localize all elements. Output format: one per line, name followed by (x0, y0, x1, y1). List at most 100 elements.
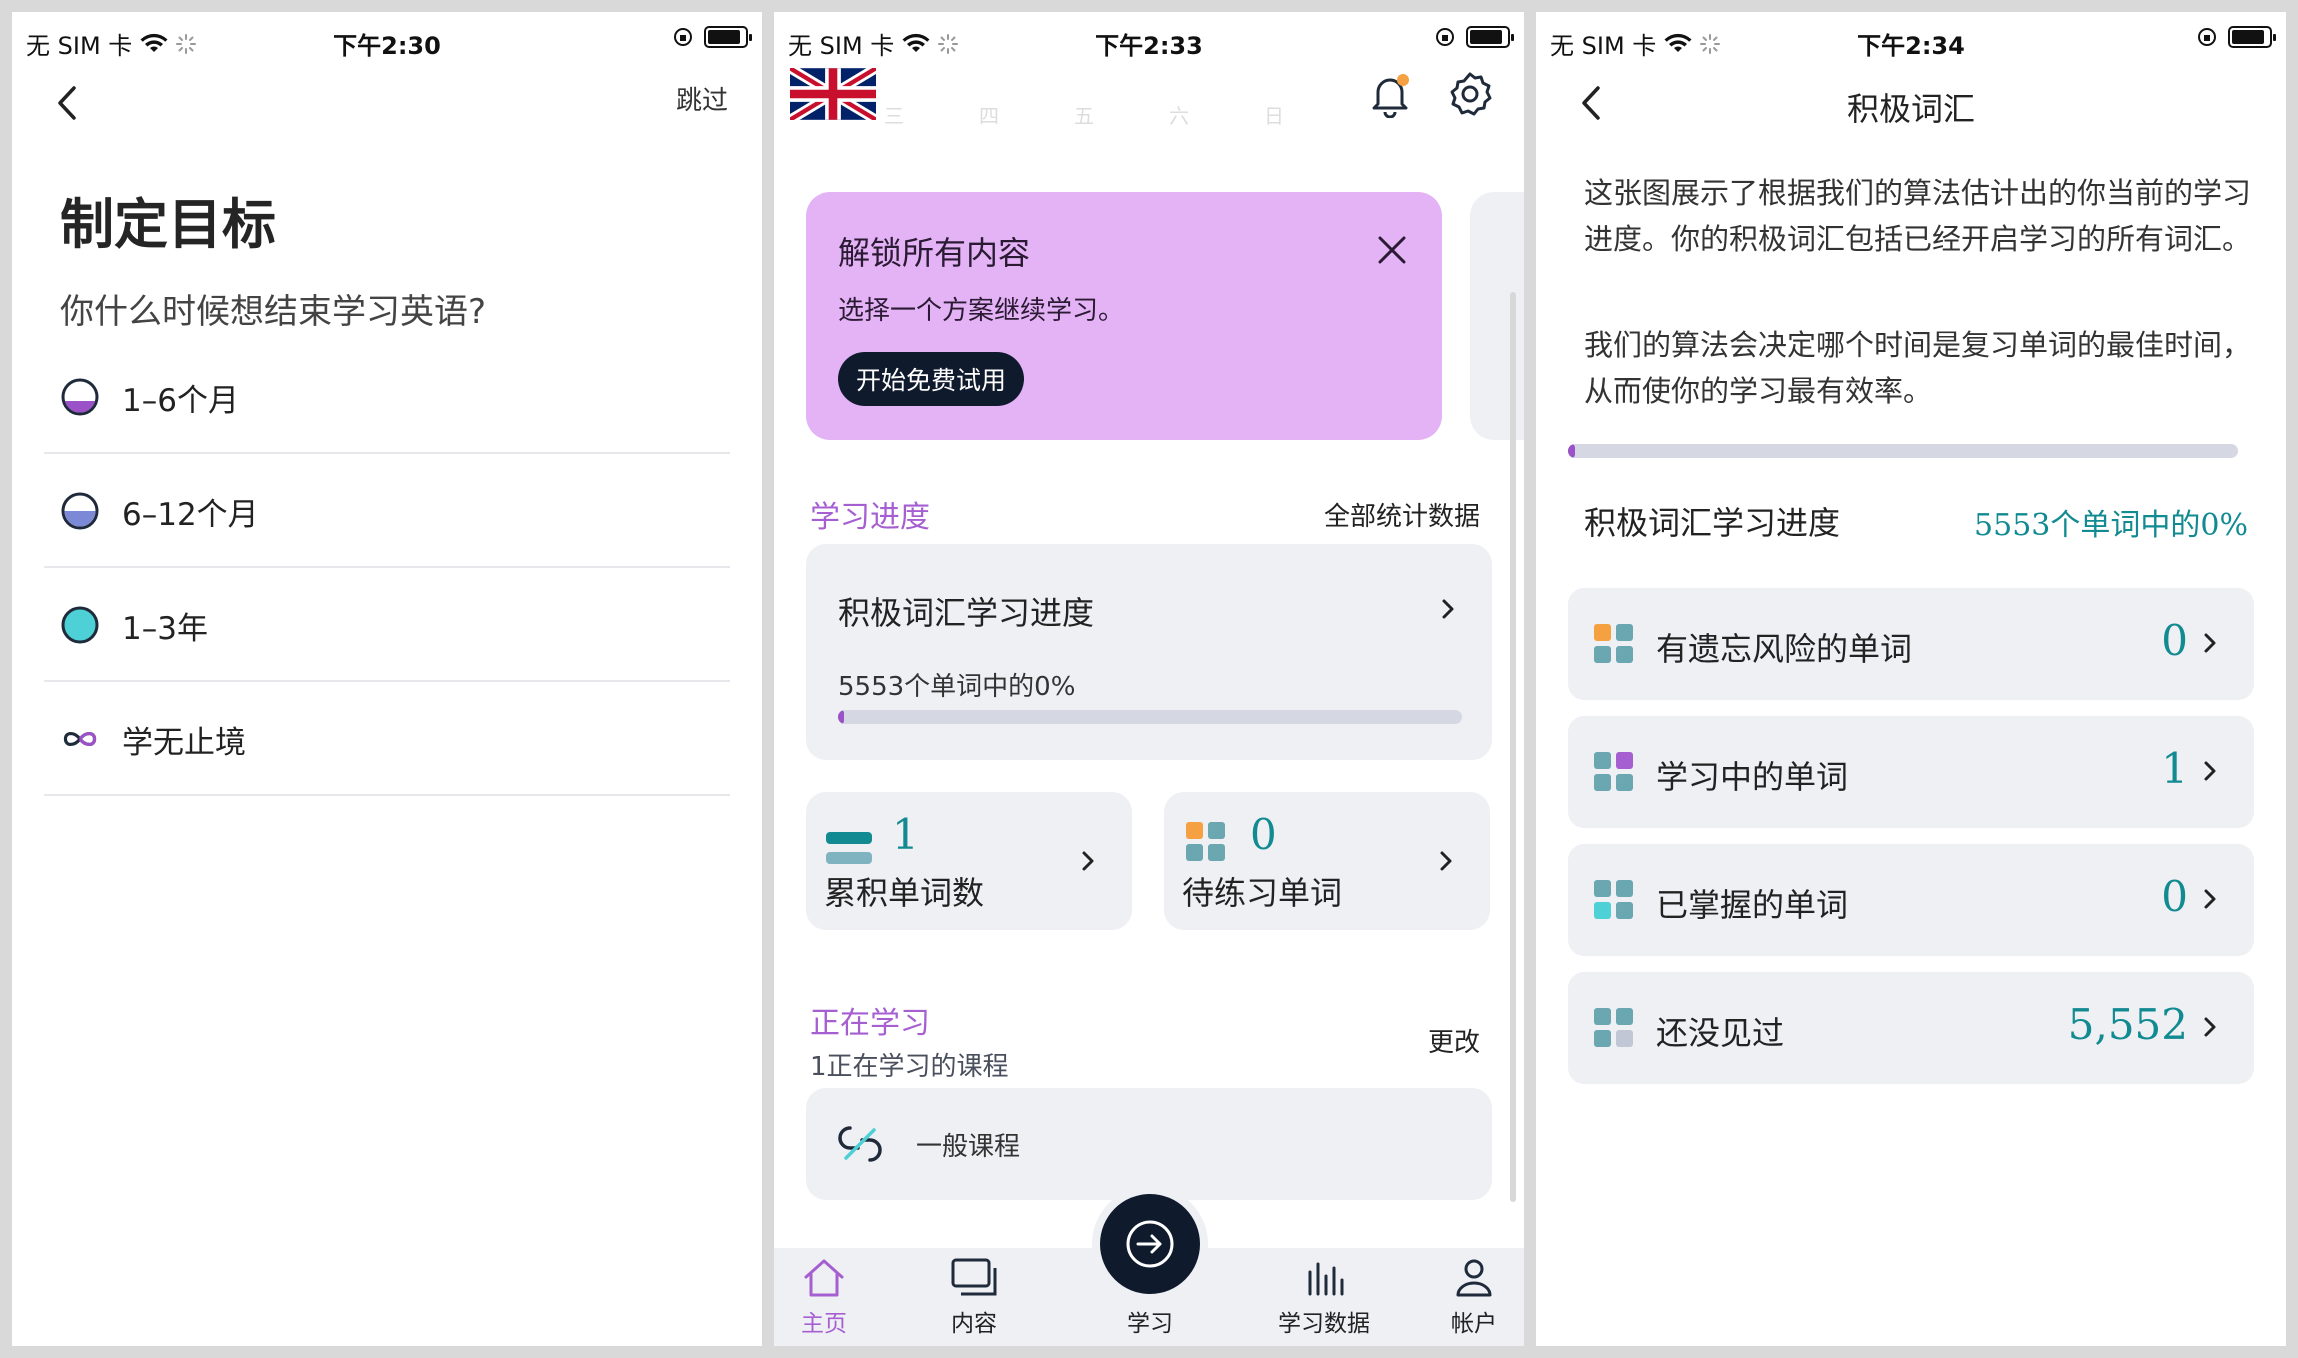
practice-words-label: 待练习单词 (1182, 874, 1343, 912)
vocab-progress-title: 积极词汇学习进度 (838, 594, 1095, 632)
tab-learn[interactable]: 学习 (1090, 1252, 1210, 1338)
grid-squares-icon (1594, 1008, 1633, 1047)
total-words-card[interactable]: 1 累积单词数 (806, 792, 1132, 930)
chevron-right-icon (2204, 761, 2216, 781)
grid-squares-icon (1186, 822, 1225, 861)
practice-words-value: 0 (1250, 810, 1277, 859)
chevron-right-icon (1082, 851, 1094, 871)
option-label: 1–3年 (122, 610, 208, 647)
row-mastered-words[interactable]: 已掌握的单词 0 (1568, 844, 2254, 956)
row-label: 还没见过 (1656, 1014, 1785, 1052)
orientation-lock-icon (674, 28, 692, 46)
row-unseen-words[interactable]: 还没见过 5,552 (1568, 972, 2254, 1084)
quarter-fill-icon (61, 378, 99, 416)
tab-content[interactable]: 内容 (914, 1252, 1034, 1338)
vocab-progress-label: 积极词汇学习进度 (1584, 504, 1841, 542)
back-button[interactable] (48, 78, 88, 128)
goal-question: 你什么时候想结束学习英语? (60, 292, 487, 332)
grid-squares-icon (1594, 880, 1633, 919)
chevron-right-icon (1440, 851, 1452, 871)
row-value: 0 (2161, 616, 2188, 665)
unlock-promo-card: 解锁所有内容 选择一个方案继续学习。 开始免费试用 (806, 192, 1442, 440)
full-fill-icon (61, 606, 99, 644)
chevron-right-icon (2204, 633, 2216, 653)
skip-button[interactable]: 跳过 (676, 80, 728, 117)
row-at-risk-words[interactable]: 有遗忘风险的单词 0 (1568, 588, 2254, 700)
tab-label: 学习 (1127, 1311, 1173, 1337)
grid-squares-icon (1594, 752, 1633, 791)
vocab-progress-card[interactable]: 积极词汇学习进度 5553个单词中的0% (806, 544, 1492, 760)
battery-icon (2228, 26, 2276, 48)
option-1-3-years[interactable]: 1–3年 (44, 570, 730, 682)
chevron-right-icon (2204, 889, 2216, 909)
half-fill-icon (61, 492, 99, 530)
row-learning-words[interactable]: 学习中的单词 1 (1568, 716, 2254, 828)
home-icon (804, 1259, 844, 1297)
vocab-progress-bar (1568, 444, 2238, 458)
free-trial-button[interactable]: 开始免费试用 (838, 352, 1025, 406)
battery-icon (704, 26, 752, 48)
change-course-link[interactable]: 更改 (1428, 1022, 1480, 1059)
status-bar: 无 SIM 卡 下午2:30 (12, 12, 762, 68)
goal-screen: 无 SIM 卡 下午2:30 跳过 制定目标 你什么时候想结束学习英语? 1–6… (12, 12, 762, 1346)
orientation-lock-icon (2198, 28, 2216, 46)
uk-flag-icon[interactable] (790, 68, 876, 120)
weekday-label: 三 (884, 104, 904, 128)
option-lifelong[interactable]: 学无止境 (44, 684, 730, 796)
tab-account[interactable]: 帐户 (1414, 1252, 1524, 1338)
option-label: 6–12个月 (122, 496, 259, 533)
progress-section-title: 学习进度 (810, 500, 930, 535)
bell-icon[interactable] (1368, 70, 1412, 118)
row-label: 学习中的单词 (1656, 758, 1849, 796)
course-link-icon (838, 1126, 882, 1162)
status-time: 下午2:34 (1857, 32, 1965, 60)
tab-label: 内容 (951, 1311, 997, 1337)
vocab-progress-value: 5553个单词中的0% (1974, 508, 2248, 543)
grid-squares-icon (1594, 624, 1633, 663)
tab-label: 帐户 (1451, 1311, 1497, 1337)
total-words-label: 累积单词数 (824, 874, 985, 912)
row-value: 5,552 (2067, 1000, 2188, 1049)
user-icon (1456, 1259, 1492, 1297)
weekday-label: 六 (1169, 104, 1189, 128)
all-stats-link[interactable]: 全部统计数据 (1324, 496, 1480, 533)
learning-section-subtitle: 1正在学习的课程 (810, 1052, 1009, 1082)
weekday-label: 四 (979, 104, 999, 128)
status-time: 下午2:33 (1095, 32, 1203, 60)
vocab-progress-bar (838, 710, 1462, 724)
cards-icon (951, 1258, 997, 1296)
status-bar: 无 SIM 卡 下午2:33 (774, 12, 1524, 68)
bars-icon (1308, 1262, 1344, 1296)
bottom-tab-bar: 主页 内容 学习 学习数据 帐户 (774, 1194, 1524, 1346)
vocab-progress-subtitle: 5553个单词中的0% (838, 672, 1076, 702)
course-card[interactable]: 一般课程 (806, 1088, 1492, 1200)
active-vocab-screen: 无 SIM 卡 下午2:34 积极词汇 这张图展示了根据我们的算法估计出的你当前… (1536, 12, 2286, 1346)
option-1-6-months[interactable]: 1–6个月 (44, 342, 730, 454)
tab-home[interactable]: 主页 (774, 1252, 884, 1338)
tab-stats[interactable]: 学习数据 (1264, 1252, 1384, 1338)
scrollbar[interactable] (1510, 292, 1516, 1202)
chevron-right-icon (1442, 599, 1454, 619)
settings-gear-icon[interactable] (1446, 70, 1494, 118)
battery-icon (1466, 26, 1514, 48)
option-label: 1–6个月 (122, 382, 239, 419)
total-words-value: 1 (892, 810, 919, 859)
orientation-lock-icon (1436, 28, 1454, 46)
chevron-right-icon (2204, 1017, 2216, 1037)
status-bar: 无 SIM 卡 下午2:34 (1536, 12, 2286, 68)
page-title: 制定目标 (60, 193, 276, 256)
row-label: 已掌握的单词 (1656, 886, 1849, 924)
practice-words-card[interactable]: 0 待练习单词 (1164, 792, 1490, 930)
close-icon[interactable] (1372, 230, 1412, 270)
promo-subtitle: 选择一个方案继续学习。 (838, 296, 1125, 326)
row-label: 有遗忘风险的单词 (1656, 630, 1913, 668)
home-screen: 无 SIM 卡 下午2:33 三 四 五 六 日 解锁所有内容 选择一个方案继续… (774, 12, 1524, 1346)
description-paragraph-2: 我们的算法会决定哪个时间是复习单词的最佳时间，从而使你的学习最有效率。 (1584, 328, 2252, 408)
description-paragraph-1: 这张图展示了根据我们的算法估计出的你当前的学习进度。你的积极词汇包括已经开启学习… (1584, 176, 2252, 256)
stacked-bars-icon (826, 832, 872, 864)
weekday-label: 日 (1264, 104, 1284, 128)
option-6-12-months[interactable]: 6–12个月 (44, 456, 730, 568)
weekday-label: 五 (1074, 104, 1094, 128)
tab-label: 学习数据 (1278, 1311, 1370, 1337)
weekday-strip: 三 四 五 六 日 (884, 100, 1284, 129)
